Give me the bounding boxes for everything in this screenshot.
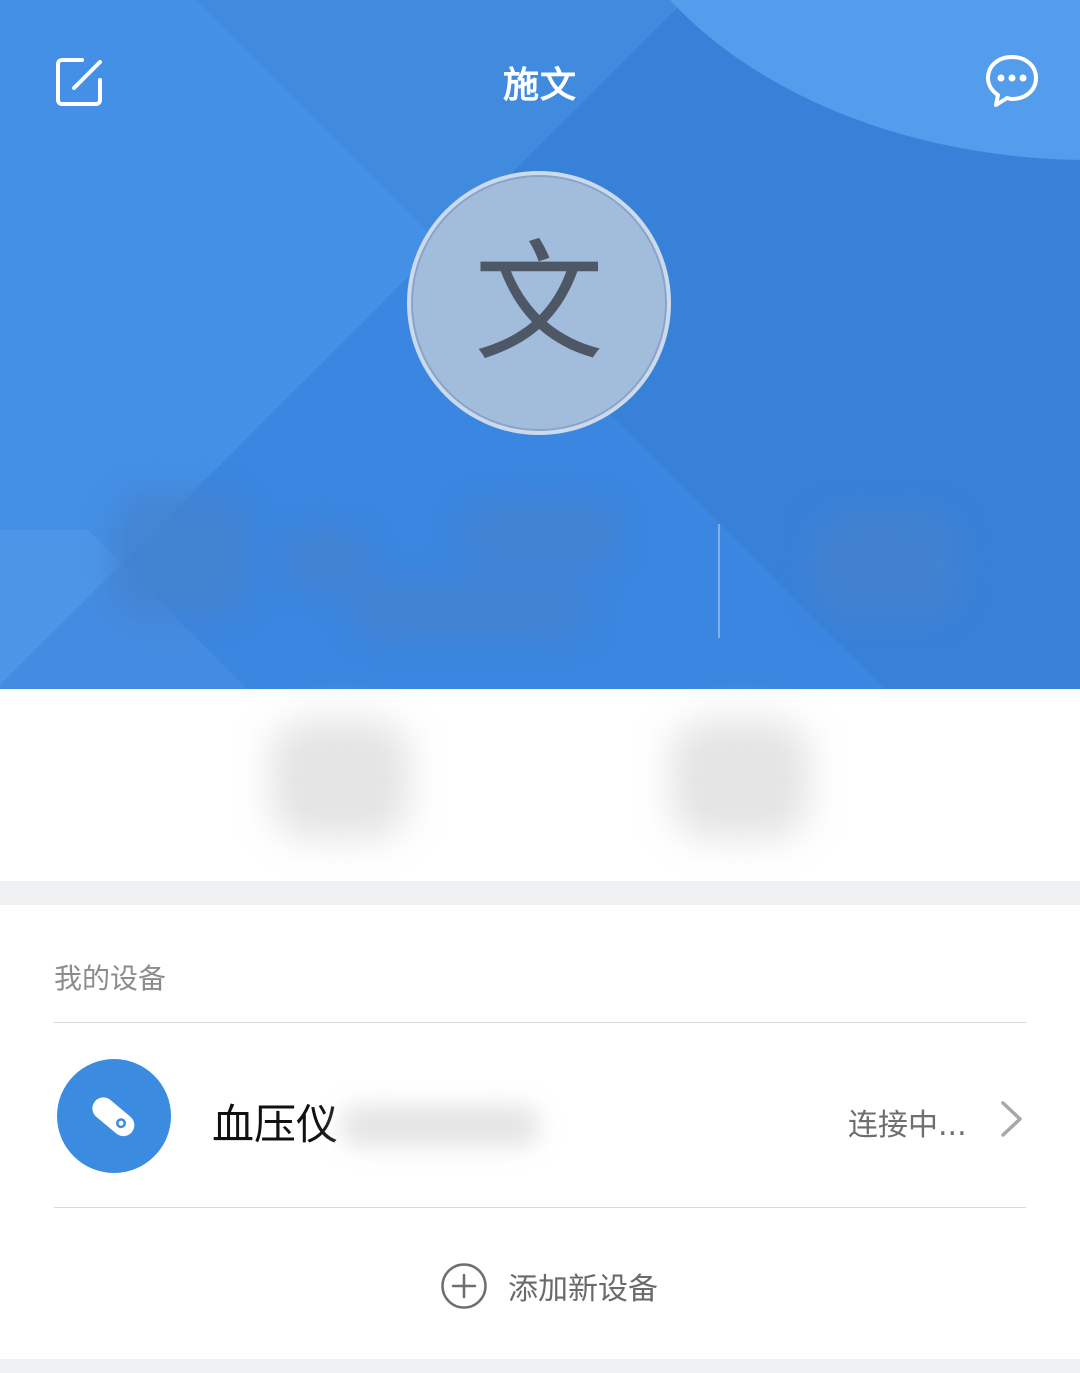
stats-divider: [718, 524, 720, 638]
avatar-initial: 文: [473, 227, 604, 379]
info-blurred-right: [650, 699, 830, 859]
message-button[interactable]: [982, 52, 1042, 110]
section-gap: [0, 881, 1080, 905]
device-row-blood-pressure[interactable]: 血压仪 连接中...: [0, 1023, 1080, 1207]
device-name: 血压仪: [212, 1100, 339, 1149]
add-device-button[interactable]: 添加新设备: [440, 1258, 658, 1314]
profile-header: 施文 文: [0, 0, 1080, 689]
divider: [54, 1207, 1026, 1208]
chat-bubble-icon: [986, 55, 1038, 107]
plus-circle-icon: [441, 1263, 487, 1309]
device-blurred-detail: [340, 1101, 540, 1151]
info-panel: [0, 689, 1080, 881]
section-title-devices: 我的设备: [54, 962, 167, 995]
blood-pressure-device-icon: [57, 1059, 171, 1173]
section-gap-bottom: [0, 1359, 1080, 1373]
avatar[interactable]: 文: [407, 171, 671, 435]
info-blurred-left: [250, 699, 430, 859]
page-title: 施文: [502, 65, 577, 106]
chevron-right-icon: [1001, 1101, 1022, 1137]
stats-blurred-area-right: [790, 470, 980, 650]
stats-blurred-area: [100, 470, 660, 650]
device-status: 连接中...: [848, 1108, 967, 1143]
add-device-label: 添加新设备: [508, 1272, 658, 1307]
